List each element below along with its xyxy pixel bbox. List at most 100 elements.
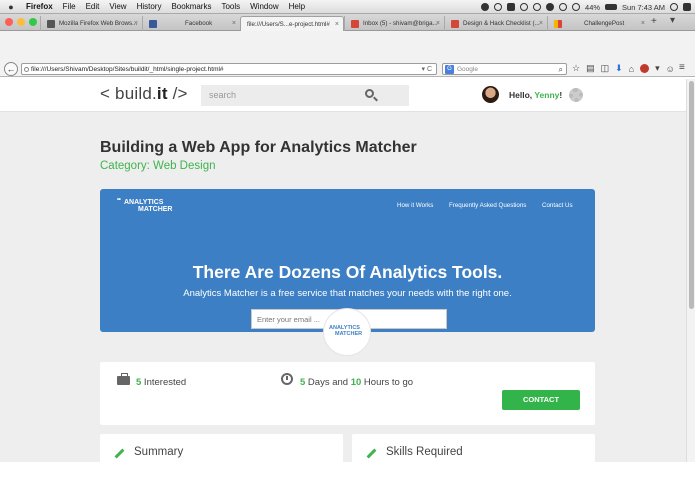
menu-bookmarks[interactable]: Bookmarks bbox=[171, 2, 211, 11]
tab-checklist[interactable]: Design & Hack Checklist (... × bbox=[444, 16, 547, 31]
wifi-icon[interactable] bbox=[559, 3, 568, 11]
home-icon[interactable]: ⌂ bbox=[629, 64, 634, 74]
status-timemachine-icon[interactable] bbox=[533, 3, 542, 11]
summary-heading: Summary bbox=[134, 446, 184, 458]
menu-tools[interactable]: Tools bbox=[221, 2, 240, 11]
browser-search-bar[interactable]: G Google ⌕ bbox=[442, 63, 567, 75]
apple-icon[interactable]: ● bbox=[4, 2, 18, 12]
spotlight-icon[interactable] bbox=[670, 3, 678, 11]
time-remaining: 5 Days and 10 Hours to go bbox=[300, 377, 413, 388]
logo-dots-icon: • • bbox=[117, 197, 121, 203]
tab-label: Design & Hack Checklist (... bbox=[463, 20, 540, 27]
search-icon[interactable]: ⌕ bbox=[559, 64, 563, 75]
page-scrollbar[interactable] bbox=[686, 79, 695, 462]
back-button[interactable]: ← bbox=[4, 62, 18, 76]
alarm-clock-icon bbox=[281, 373, 293, 385]
project-category[interactable]: Category: Web Design bbox=[100, 160, 215, 172]
zoom-window-icon[interactable] bbox=[29, 18, 37, 26]
facebook-favicon-icon bbox=[149, 19, 157, 28]
close-tab-icon[interactable]: × bbox=[436, 20, 440, 27]
greeting-text: Hello, bbox=[509, 90, 535, 100]
tab-inbox[interactable]: Inbox (5) - shivam@briga... × bbox=[344, 16, 444, 31]
bookmark-star-icon[interactable]: ☆ bbox=[572, 63, 580, 74]
page-viewport: < build.it /> search Hello, Yenny! Build… bbox=[0, 79, 686, 462]
close-tab-icon[interactable]: × bbox=[335, 21, 339, 28]
summary-card: Summary bbox=[100, 434, 343, 462]
status-clock-icon[interactable] bbox=[520, 3, 529, 11]
status-app-icon[interactable] bbox=[481, 3, 490, 11]
pencil-icon bbox=[366, 448, 377, 459]
logo-prefix: < build. bbox=[100, 84, 157, 103]
new-tab-icon[interactable]: + bbox=[651, 16, 657, 27]
stats-card: 5 Interested 5 Days and 10 Hours to go C… bbox=[100, 362, 595, 425]
close-tab-icon[interactable]: × bbox=[232, 20, 236, 27]
project-title: Building a Web App for Analytics Matcher bbox=[100, 139, 417, 156]
battery-percent[interactable]: 44% bbox=[585, 3, 600, 12]
menu-help[interactable]: Help bbox=[289, 2, 305, 11]
tab-label: Facebook bbox=[185, 20, 213, 27]
menubar-clock[interactable]: Sun 7:43 AM bbox=[622, 3, 665, 12]
status-dropbox-icon[interactable] bbox=[507, 3, 516, 11]
hours-label: Hours to go bbox=[361, 377, 414, 388]
bluetooth-icon[interactable] bbox=[546, 3, 555, 11]
battery-icon[interactable] bbox=[605, 4, 618, 10]
menu-history[interactable]: History bbox=[137, 2, 162, 11]
status-area: 44% Sun 7:43 AM bbox=[481, 0, 691, 14]
status-sync-icon[interactable] bbox=[494, 3, 503, 11]
volume-icon[interactable] bbox=[572, 3, 581, 11]
url-text[interactable]: file:///Users/Shivam/Desktop/Sites/build… bbox=[31, 66, 224, 73]
tab-list-chevron-icon[interactable]: ▾ bbox=[670, 15, 675, 26]
sync-icon[interactable]: ☺ bbox=[666, 64, 675, 74]
menu-view[interactable]: View bbox=[109, 2, 126, 11]
close-tab-icon[interactable]: × bbox=[539, 20, 543, 27]
pocket-icon[interactable]: ◫ bbox=[601, 63, 610, 74]
menu-window[interactable]: Window bbox=[250, 2, 278, 11]
menu-file[interactable]: File bbox=[63, 2, 76, 11]
hours-count: 10 bbox=[350, 377, 362, 388]
scrollbar-thumb[interactable] bbox=[689, 81, 694, 309]
greeting-suffix: ! bbox=[559, 90, 563, 100]
site-header: < build.it /> search Hello, Yenny! bbox=[0, 79, 686, 112]
search-placeholder[interactable]: Google bbox=[457, 66, 478, 73]
hero-nav-how-it-works: How it Works bbox=[397, 202, 434, 209]
tab-challengepost[interactable]: ChallengePost × bbox=[547, 16, 649, 31]
reading-list-icon[interactable]: ▤ bbox=[586, 63, 595, 74]
contact-button[interactable]: CONTACT bbox=[502, 390, 580, 410]
notification-center-icon[interactable] bbox=[683, 3, 691, 11]
hero-nav-faq: Frequently Asked Questions bbox=[449, 202, 527, 209]
tab-current-page[interactable]: file:///Users/S...e-project.html# × bbox=[240, 16, 344, 31]
tab-label: file:///Users/S...e-project.html# bbox=[247, 20, 330, 28]
site-logo[interactable]: < build.it /> bbox=[100, 84, 188, 104]
google-engine-icon[interactable]: G bbox=[445, 65, 454, 74]
tab-mozilla[interactable]: Mozilla Firefox Web Brows... × bbox=[40, 16, 142, 31]
menu-icon[interactable]: ≡ bbox=[679, 62, 685, 73]
close-window-icon[interactable] bbox=[5, 18, 13, 26]
tab-favicon-icon bbox=[47, 19, 55, 28]
logo-bold: it bbox=[156, 84, 168, 103]
avatar[interactable] bbox=[482, 86, 499, 103]
site-search-input[interactable]: search bbox=[201, 85, 409, 106]
url-bar[interactable]: file:///Users/Shivam/Desktop/Sites/build… bbox=[21, 63, 437, 75]
minimize-window-icon[interactable] bbox=[17, 18, 25, 26]
gear-icon[interactable] bbox=[569, 88, 583, 102]
adblock-icon[interactable] bbox=[640, 64, 650, 73]
skills-heading: Skills Required bbox=[386, 446, 463, 458]
close-tab-icon[interactable]: × bbox=[641, 20, 645, 27]
days-label: Days and bbox=[305, 377, 351, 388]
close-tab-icon[interactable]: × bbox=[134, 20, 138, 27]
download-icon[interactable]: ⬇ bbox=[615, 63, 623, 74]
reload-icon[interactable]: ▾ C bbox=[421, 64, 432, 75]
menu-firefox[interactable]: Firefox bbox=[26, 2, 53, 11]
greeting: Hello, Yenny! bbox=[509, 90, 562, 100]
menu-edit[interactable]: Edit bbox=[86, 2, 100, 11]
logo-suffix: /> bbox=[167, 84, 188, 103]
addon-chevron-icon[interactable]: ▾ bbox=[655, 63, 660, 74]
logo-line1: ANALYTICS bbox=[124, 199, 164, 206]
tab-facebook[interactable]: Facebook × bbox=[142, 16, 240, 31]
badge-logo-line2: MATCHER bbox=[335, 331, 363, 337]
site-identity-icon[interactable] bbox=[24, 67, 29, 72]
interested-stat: 5 Interested bbox=[136, 377, 186, 388]
search-icon[interactable] bbox=[365, 89, 374, 98]
user-name[interactable]: Yenny bbox=[534, 90, 559, 100]
pencil-icon bbox=[114, 448, 125, 459]
